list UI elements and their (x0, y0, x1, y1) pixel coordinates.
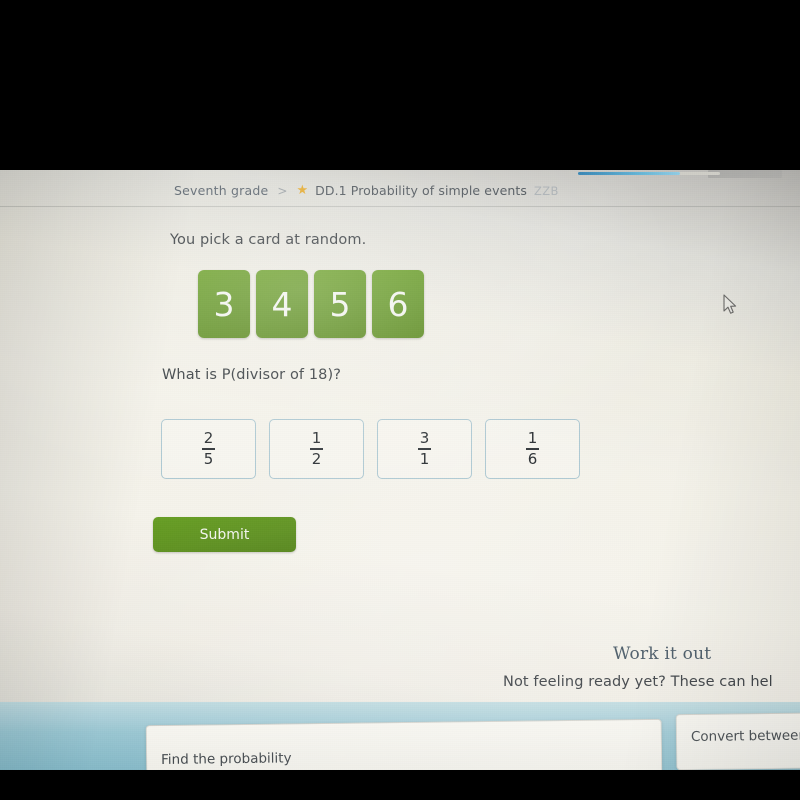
progress-bar-fill (578, 172, 681, 175)
breadcrumb-skill-title: DD.1 Probability of simple events (315, 183, 527, 198)
number-card: 5 (314, 270, 366, 338)
fraction-numerator: 1 (311, 429, 322, 447)
fraction-denominator: 2 (311, 449, 322, 468)
star-icon[interactable]: ★ (296, 184, 308, 197)
fraction-numerator: 3 (419, 429, 430, 447)
question-text: What is P(divisor of 18)? (162, 367, 342, 383)
work-it-out-subtitle: Not feeling ready yet? These can hel (503, 674, 773, 690)
card-row: 3 4 5 6 (198, 270, 424, 338)
submit-button[interactable]: Submit (153, 517, 296, 552)
answer-choice-option[interactable]: 1 6 (485, 419, 580, 479)
question-prompt: You pick a card at random. (170, 232, 367, 248)
breadcrumb-grade-link[interactable]: Seventh grade (174, 183, 268, 198)
fraction: 3 1 (418, 429, 431, 468)
number-card: 4 (256, 270, 308, 338)
header-divider (0, 206, 800, 207)
answer-choice-option[interactable]: 3 1 (377, 419, 472, 479)
recommendation-card[interactable]: Convert between (675, 711, 800, 770)
fraction-denominator: 5 (203, 449, 214, 468)
recommendation-card[interactable]: Find the probability (145, 718, 663, 770)
recommendation-card-label: Find the probability (161, 750, 292, 768)
photo-frame: Seventh grade > ★ DD.1 Probability of si… (0, 0, 800, 800)
recommendation-card-label: Convert between (690, 727, 800, 745)
fraction-denominator: 1 (419, 449, 430, 468)
answer-choice-row: 2 5 1 2 3 1 1 6 (161, 419, 580, 479)
fraction-denominator: 6 (527, 449, 538, 468)
number-card: 3 (198, 270, 250, 338)
fraction-numerator: 2 (203, 429, 214, 447)
work-it-out-heading: Work it out (613, 644, 712, 664)
fraction: 1 6 (526, 429, 539, 468)
fraction: 1 2 (310, 429, 323, 468)
breadcrumb-skill-code: ZZB (534, 183, 559, 198)
screen-content: Seventh grade > ★ DD.1 Probability of si… (0, 170, 800, 770)
breadcrumb: Seventh grade > ★ DD.1 Probability of si… (174, 183, 559, 198)
answer-choice-option[interactable]: 1 2 (269, 419, 364, 479)
breadcrumb-separator-icon: > (277, 183, 288, 198)
mouse-pointer-icon (723, 294, 737, 314)
answer-choice-option[interactable]: 2 5 (161, 419, 256, 479)
progress-bar (578, 172, 720, 175)
number-card: 6 (372, 270, 424, 338)
fraction-numerator: 1 (527, 429, 538, 447)
fraction: 2 5 (202, 429, 215, 468)
